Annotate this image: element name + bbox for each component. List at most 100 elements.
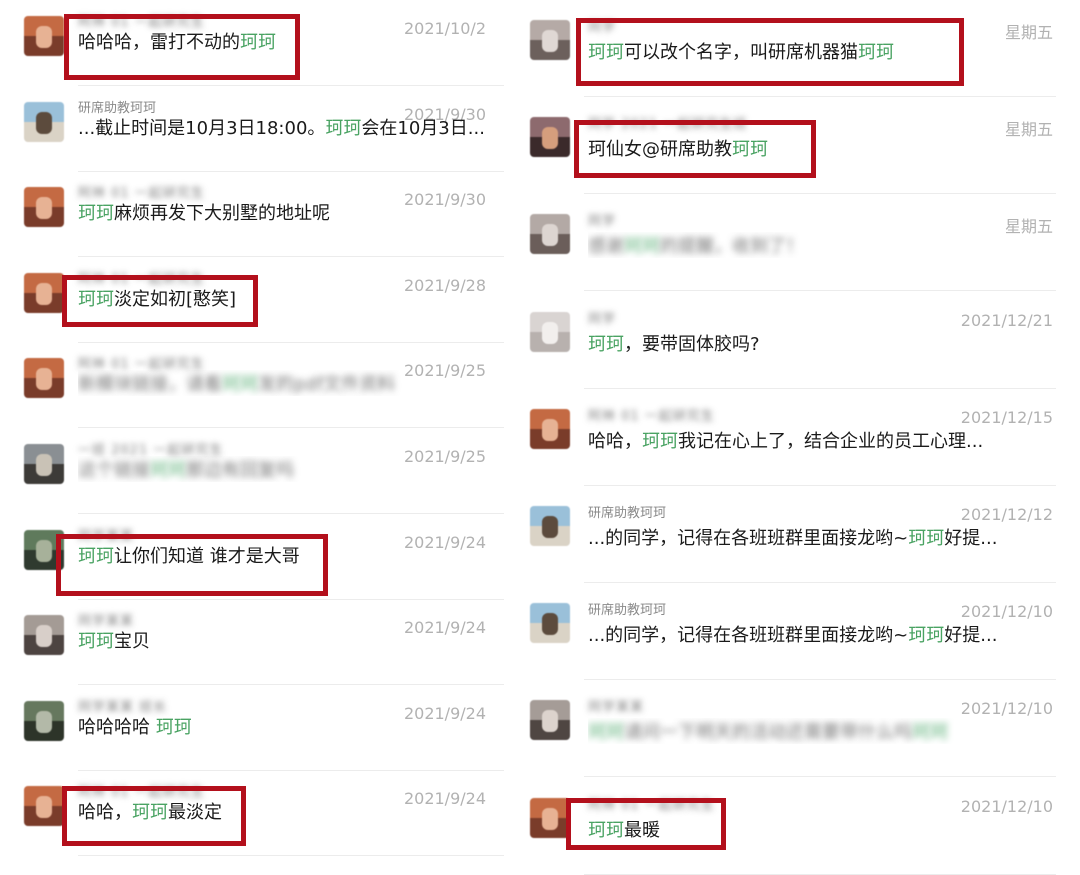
message-preview: 珂珂麻烦再发下大别墅的地址呢 xyxy=(78,199,483,225)
sender-name: 同学 2021 一起研究生班 xyxy=(588,117,748,132)
message-preview: 珂珂让你们知道 谁才是大哥 xyxy=(78,542,483,568)
search-result-item[interactable]: 同学某某 班长 2021/9/24 哈哈哈哈 珂珂 xyxy=(0,685,510,771)
keyword-highlight: 珂珂 xyxy=(858,42,894,63)
search-result-item[interactable]: 阿林 01 一起研究生 2021/12/10 珂珂最暖 xyxy=(520,778,1080,875)
avatar xyxy=(530,117,570,157)
message-date: 2021/12/10 xyxy=(960,797,1053,816)
keyword-highlight: 珂珂 xyxy=(155,717,192,738)
message-text: ...的同学，记得在各班班群里面接龙哟~ xyxy=(588,528,909,549)
avatar xyxy=(24,16,64,56)
search-result-item[interactable]: 阿林 01 一起研究生 2021/10/2 哈哈哈，雷打不动的珂珂 xyxy=(0,0,510,86)
message-text: 哈哈哈哈 xyxy=(78,717,156,738)
message-text: 哈哈， xyxy=(78,802,132,823)
message-preview: ...的同学，记得在各班班群里面接龙哟~珂珂好提... xyxy=(588,524,1048,550)
message-preview: 珂珂淡定如初[憨笑] xyxy=(78,285,483,311)
search-result-item[interactable]: 研席助教珂珂 2021/12/12 ...的同学，记得在各班班群里面接龙哟~珂珂好提… xyxy=(520,486,1080,583)
message-date: 2021/12/10 xyxy=(960,699,1053,718)
message-text: 珂仙女@研席助教 xyxy=(588,139,732,160)
search-result-item[interactable]: 同学某某 2021/9/24 珂珂让你们知道 谁才是大哥 xyxy=(0,514,510,600)
message-text: 这个链接 xyxy=(78,460,150,481)
message-preview: 珂珂可以改个名字，叫研席机器猫珂珂 xyxy=(588,38,1048,64)
keyword-highlight: 珂珂 xyxy=(588,42,624,63)
column-gap xyxy=(510,0,520,860)
message-date: 2021/12/21 xyxy=(960,311,1053,330)
message-preview: 哈哈哈，雷打不动的珂珂 xyxy=(78,28,483,54)
keyword-highlight: 珂珂 xyxy=(912,722,948,743)
left-chat-search-results: 阿林 01 一起研究生 2021/10/2 哈哈哈，雷打不动的珂珂 研席助教珂珂 202… xyxy=(0,0,510,860)
keyword-highlight: 珂珂 xyxy=(240,32,276,53)
avatar xyxy=(24,444,64,484)
sender-name: 阿林 01 一起研究生 xyxy=(588,798,715,813)
avatar xyxy=(24,358,64,398)
sender-name: 同学 xyxy=(588,214,617,229)
avatar xyxy=(530,506,570,546)
keyword-highlight: 珂珂 xyxy=(588,820,624,841)
avatar xyxy=(24,701,64,741)
avatar xyxy=(24,187,64,227)
message-text: 可以改个名字，叫研席机器猫 xyxy=(624,42,858,63)
message-text: 我记在心上了，结合企业的员工心理... xyxy=(678,431,984,452)
message-text: 那边有回复吗 xyxy=(186,460,294,481)
avatar xyxy=(530,312,570,352)
message-text: 哈哈哈，雷打不动的 xyxy=(78,32,240,53)
keyword-highlight: 珂珂 xyxy=(78,289,114,310)
message-text: 新模块链接，请看 xyxy=(78,374,222,395)
keyword-highlight: 珂珂 xyxy=(78,203,114,224)
sender-name: 同学 xyxy=(588,20,617,35)
search-result-item[interactable]: 同学 星期五 珂珂可以改个名字，叫研席机器猫珂珂 xyxy=(520,0,1080,97)
keyword-highlight: 珂珂 xyxy=(150,460,186,481)
message-text: 请问一下明天的活动还需要带什么吗 xyxy=(624,722,912,743)
divider xyxy=(584,290,1056,291)
search-result-item[interactable]: 研席助教珂珂 2021/12/10 ...的同学，记得在各班班群里面接龙哟~珂珂好提… xyxy=(520,583,1080,680)
avatar xyxy=(530,603,570,643)
keyword-highlight: 珂珂 xyxy=(732,139,768,160)
avatar xyxy=(530,214,570,254)
message-date: 2021/12/15 xyxy=(960,408,1053,427)
message-text: ...的同学，记得在各班班群里面接龙哟~ xyxy=(588,625,909,646)
message-preview: 感谢珂珂的提醒，收到了！ xyxy=(588,232,1048,258)
keyword-highlight: 珂珂 xyxy=(222,374,258,395)
avatar xyxy=(530,798,570,838)
message-preview: 新模块链接，请看珂珂发的pdf文件资料 xyxy=(78,370,483,396)
sender-name: 阿林 01 一起研究生 xyxy=(588,409,715,424)
search-result-item[interactable]: 同学 2021/12/21 珂珂，要带固体胶吗? xyxy=(520,292,1080,389)
divider xyxy=(78,855,504,856)
message-text: 感谢 xyxy=(588,236,624,257)
keyword-highlight: 珂珂 xyxy=(624,236,660,257)
keyword-highlight: 珂珂 xyxy=(132,802,168,823)
message-preview: 这个链接珂珂那边有回复吗 xyxy=(78,456,483,482)
message-preview: ...截止时间是10月3日18:00。珂珂会在10月3日... xyxy=(78,114,483,140)
message-text: ...截止时间是10月3日18:00。 xyxy=(78,118,326,139)
keyword-highlight: 珂珂 xyxy=(588,334,624,355)
message-text: 宝贝 xyxy=(114,631,150,652)
search-result-item[interactable]: 阿林 01 一起研究生 2021/9/28 珂珂淡定如初[憨笑] xyxy=(0,257,510,343)
search-result-item[interactable]: 一班 2021 一起研究生 2021/9/25 这个链接珂珂那边有回复吗 xyxy=(0,428,510,514)
search-result-item[interactable]: 阿林 01 一起研究生 2021/9/30 珂珂麻烦再发下大别墅的地址呢 xyxy=(0,171,510,257)
search-result-item[interactable]: 研席助教珂珂 2021/9/30 ...截止时间是10月3日18:00。珂珂会在10… xyxy=(0,86,510,172)
message-text: ，要带固体胶吗? xyxy=(624,334,760,355)
avatar xyxy=(530,700,570,740)
avatar xyxy=(24,273,64,313)
search-result-item[interactable]: 同学某某 2021/12/10 珂珂请问一下明天的活动还需要带什么吗珂珂 xyxy=(520,680,1080,777)
message-preview: ...的同学，记得在各班班群里面接龙哟~珂珂好提... xyxy=(588,621,1048,647)
message-preview: 哈哈，珂珂最淡定 xyxy=(78,798,483,824)
keyword-highlight: 珂珂 xyxy=(908,528,945,549)
message-preview: 哈哈，珂珂我记在心上了，结合企业的员工心理... xyxy=(588,427,1048,453)
search-result-item[interactable]: 阿林 01 一起研究生 2021/9/24 哈哈，珂珂最淡定 xyxy=(0,770,510,856)
message-date: 2021/12/10 xyxy=(960,602,1053,621)
avatar xyxy=(530,409,570,449)
message-date: 2021/12/12 xyxy=(960,505,1053,524)
sender-name: 同学 xyxy=(588,312,617,327)
search-result-item[interactable]: 阿林 01 一起研究生 2021/9/25 新模块链接，请看珂珂发的pdf文件资料 xyxy=(0,342,510,428)
keyword-highlight: 珂珂 xyxy=(78,631,114,652)
search-result-item[interactable]: 阿林 01 一起研究生 2021/12/15 哈哈，珂珂我记在心上了，结合企业的员工… xyxy=(520,389,1080,486)
sender-name: 同学某某 xyxy=(588,700,645,715)
keyword-highlight: 珂珂 xyxy=(588,722,624,743)
divider xyxy=(584,776,1056,777)
search-result-item[interactable]: 同学 星期五 感谢珂珂的提醒，收到了！ xyxy=(520,194,1080,291)
search-result-item[interactable]: 同学 2021 一起研究生班 星期五 珂仙女@研席助教珂珂 xyxy=(520,97,1080,194)
avatar xyxy=(24,615,64,655)
message-text: 好提... xyxy=(944,625,998,646)
message-text: 最暖 xyxy=(624,820,660,841)
search-result-item[interactable]: 同学某某 2021/9/24 珂珂宝贝 xyxy=(0,599,510,685)
